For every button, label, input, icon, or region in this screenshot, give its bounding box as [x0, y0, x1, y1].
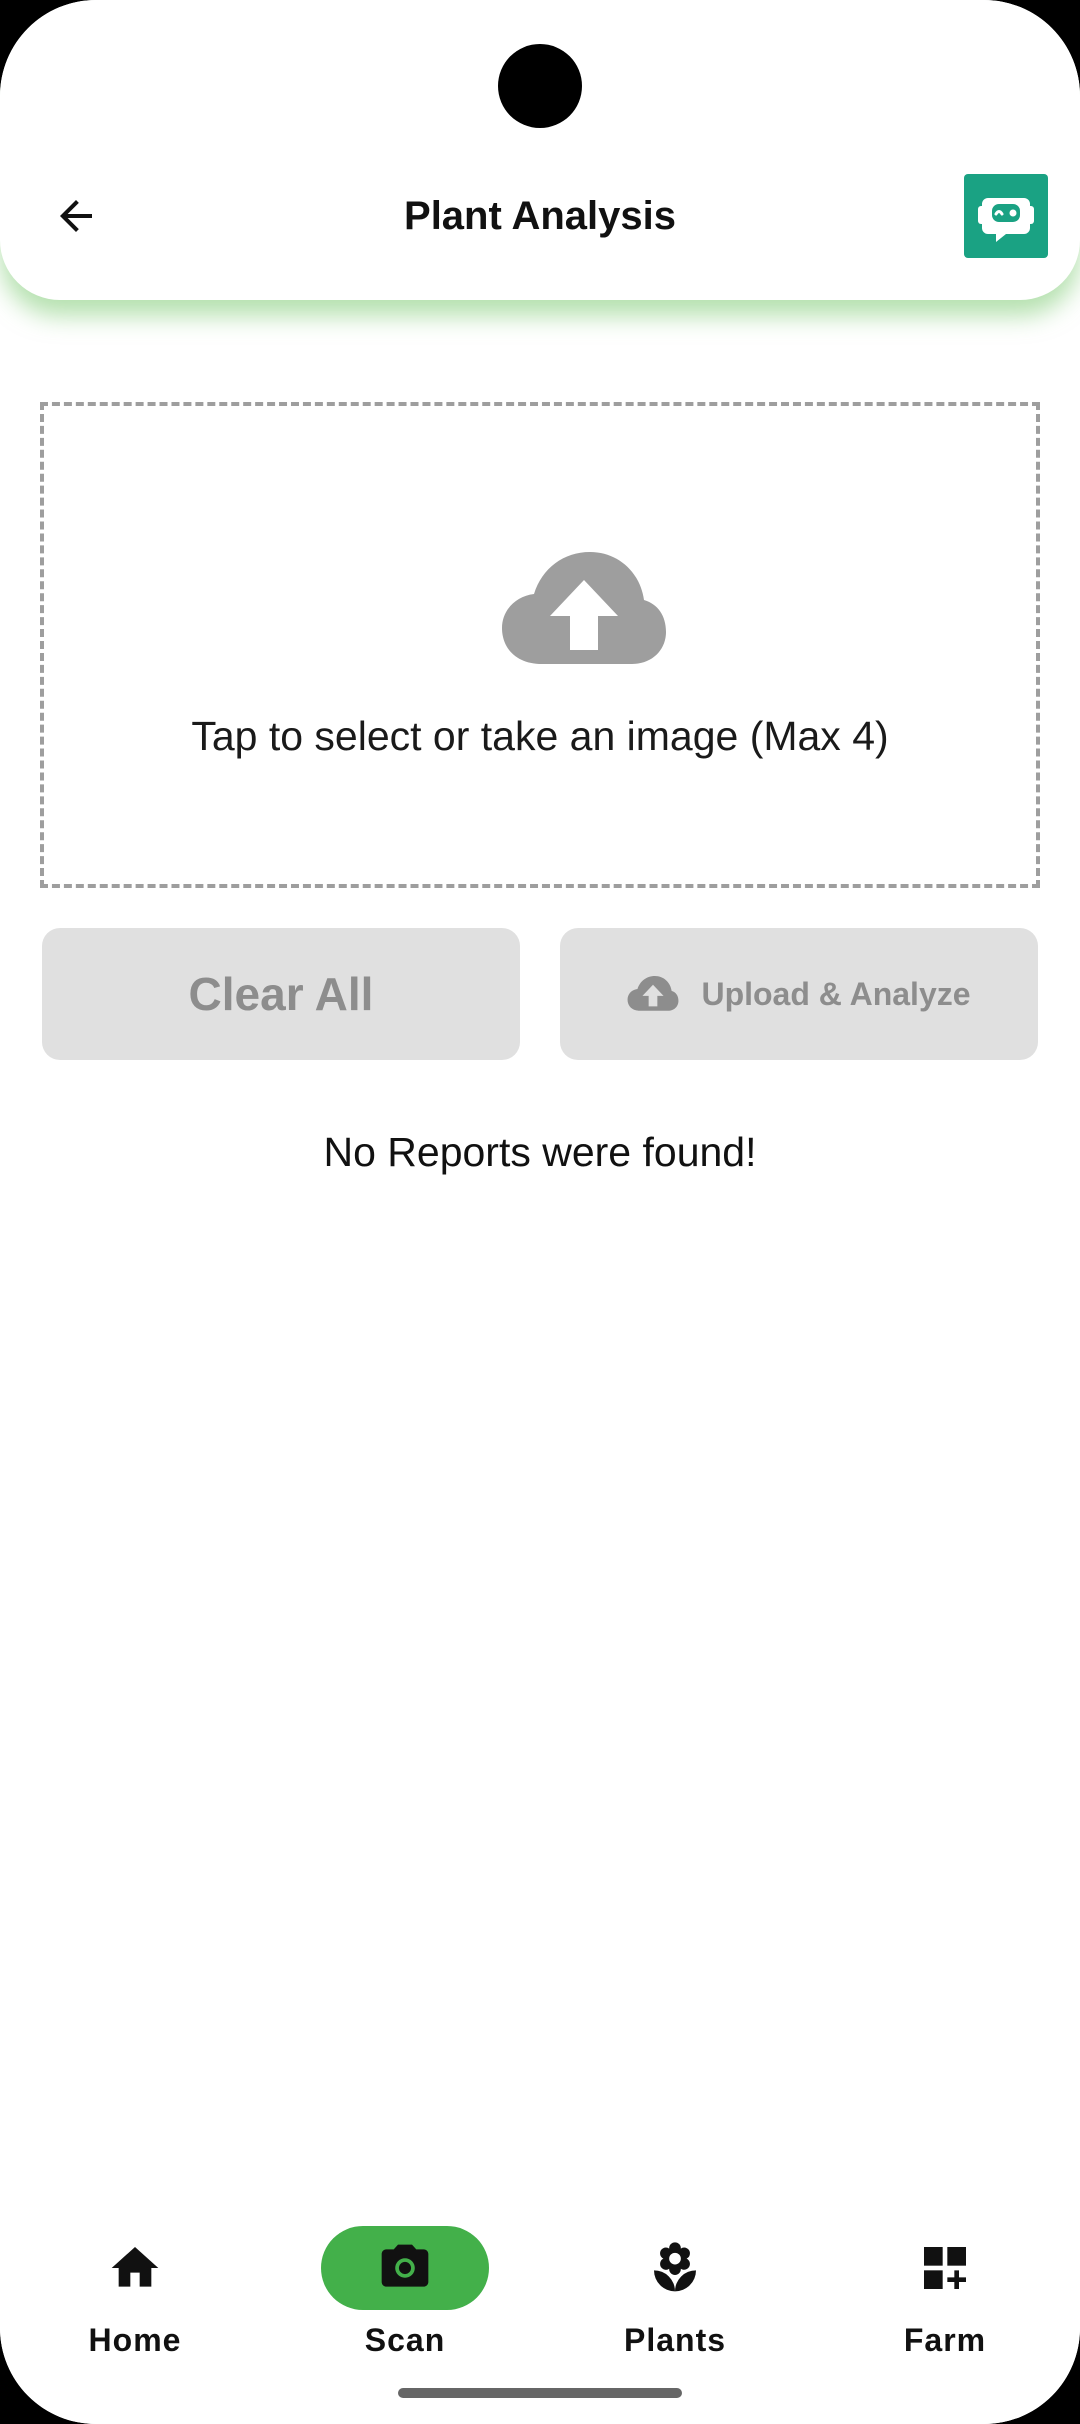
home-icon: [111, 2247, 159, 2287]
cloud-upload-icon: [502, 552, 666, 664]
upload-analyze-button[interactable]: Upload & Analyze: [560, 928, 1038, 1060]
app-header: Plant Analysis: [0, 0, 1080, 300]
nav-item-scan[interactable]: Scan: [270, 2226, 540, 2376]
upload-hint: Tap to select or take an image (Max 4): [191, 713, 889, 759]
nav-item-home[interactable]: Home: [0, 2226, 270, 2376]
clear-all-button[interactable]: Clear All: [42, 928, 520, 1060]
arrow-left-icon: [60, 200, 92, 232]
nav-label-farm: Farm: [903, 2322, 987, 2358]
nav-label-home: Home: [88, 2322, 182, 2358]
app-screen: Plant Analysis Tap to select or take an …: [0, 0, 1080, 2424]
nav-icon-container: [321, 2226, 489, 2310]
back-button[interactable]: [40, 180, 112, 252]
page-title: Plant Analysis: [404, 194, 676, 238]
nav-icon-container: [591, 2226, 759, 2310]
image-upload-area[interactable]: Tap to select or take an image (Max 4): [40, 402, 1040, 888]
robot-icon: [978, 198, 1034, 242]
camera-icon: [381, 2244, 429, 2287]
nav-item-farm[interactable]: Farm: [810, 2226, 1080, 2376]
empty-reports-message: No Reports were found!: [323, 1129, 757, 1175]
flower-icon: [654, 2242, 696, 2292]
camera-cutout: [498, 44, 582, 128]
nav-icon-container: [861, 2226, 1029, 2310]
nav-label-scan: Scan: [364, 2322, 446, 2358]
nav-label-plants: Plants: [623, 2322, 727, 2358]
home-indicator[interactable]: [398, 2388, 682, 2398]
nav-icon-container: [51, 2226, 219, 2310]
cloud-upload-icon: [628, 976, 679, 1011]
chatbot-button[interactable]: [964, 174, 1048, 258]
upload-analyze-label: Upload & Analyze: [701, 975, 971, 1012]
clear-all-label: Clear All: [188, 968, 374, 1020]
nav-item-plants[interactable]: Plants: [540, 2226, 810, 2376]
grid-add-icon: [924, 2247, 966, 2289]
